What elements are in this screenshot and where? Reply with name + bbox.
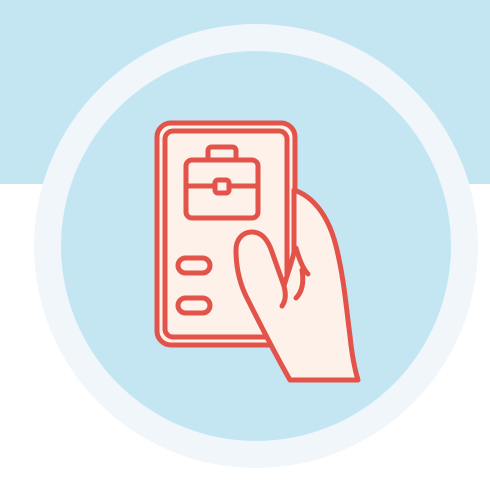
illustration [34,24,478,468]
